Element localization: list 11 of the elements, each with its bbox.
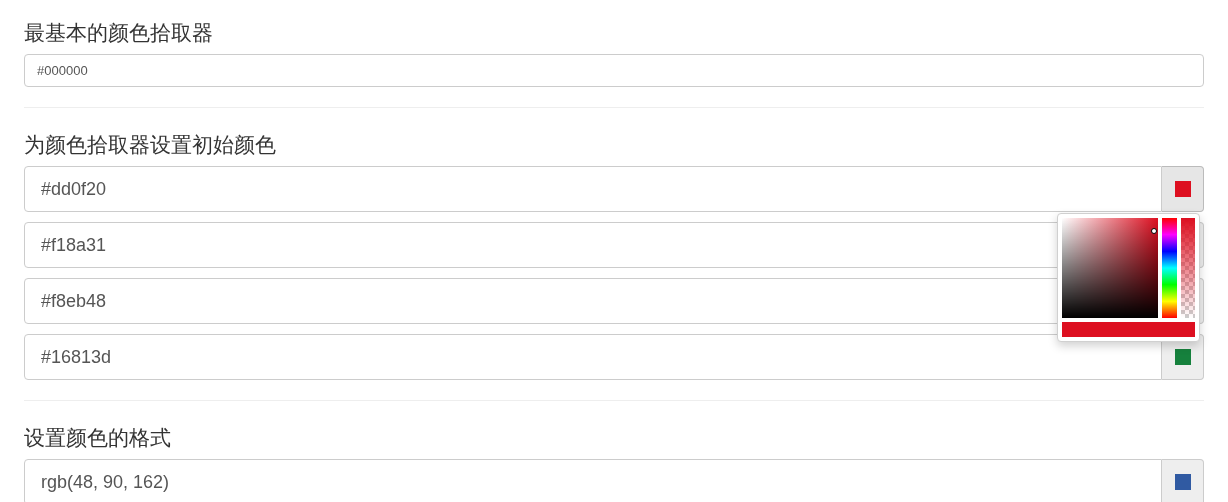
section-title: 最基本的颜色拾取器 [24,20,214,47]
color-input-field[interactable]: rgb(48, 90, 162) [24,459,1162,502]
section-title: 设置颜色的格式 [24,425,172,452]
picker-cursor-icon[interactable] [1151,228,1157,234]
color-input-field[interactable]: #000000 [24,54,1204,87]
color-input-field[interactable]: #dd0f20 [24,166,1162,212]
color-input-field[interactable]: #16813d [24,334,1162,380]
section-title: 为颜色拾取器设置初始颜色 [24,132,277,159]
swatch-addon[interactable] [1162,459,1204,502]
swatch-addon[interactable] [1162,166,1204,212]
saturation-area[interactable] [1062,218,1159,318]
